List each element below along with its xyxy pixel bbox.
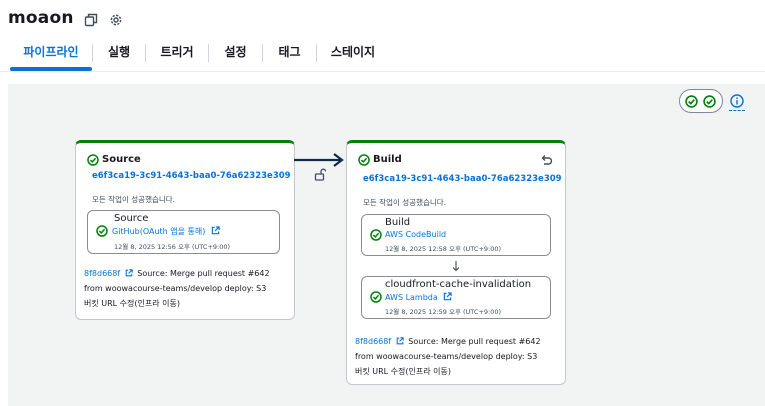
action-card-source[interactable]: Source GitHub(OAuth 앱을 통해) 12월 8, 2025 1… [87,210,280,254]
external-link-icon [211,226,220,235]
commit-message-line3: 버킷 URL 수정(인프라 이동) [355,367,451,376]
success-check-icon [87,154,99,166]
external-link-icon[interactable] [396,337,404,345]
execution-id-link[interactable]: e6f3ca19-3c91-4643-baa0-76a62323e309 [363,174,562,184]
tab-bar: 파이프라인 실행 트리거 설정 태그 스테이지 [0,36,765,72]
tab-tags[interactable]: 태그 [263,36,316,70]
tab-stages[interactable]: 스테이지 [317,36,389,70]
action-provider-link[interactable]: AWS CodeBuild [385,230,446,239]
tab-pipeline[interactable]: 파이프라인 [10,36,92,70]
success-check-icon [703,95,716,108]
stage-build: Build e6f3ca19-3c91-4643-baa0-76a62323e3… [346,140,566,385]
pipeline-title: moaon [8,8,74,28]
action-timestamp: 12월 8, 2025 12:59 오후 (UTC+9:00) [385,308,502,316]
action-provider-link[interactable]: GitHub(OAuth 앱을 통해) [112,226,220,237]
action-timestamp: 12월 8, 2025 12:58 오후 (UTC+9:00) [385,245,502,253]
gear-icon[interactable] [109,13,123,27]
success-check-icon [370,291,382,303]
external-link-icon[interactable] [125,269,133,277]
action-name: cloudfront-cache-invalidation [385,279,532,290]
provider-label: AWS Lambda [385,293,438,302]
provider-label: GitHub(OAuth 앱을 통해) [112,227,206,236]
action-timestamp: 12월 8, 2025 12:56 오후 (UTC+9:00) [114,243,231,251]
external-link-icon [444,292,453,301]
arrow-right-icon [294,153,344,167]
unlock-icon[interactable] [314,168,326,181]
commit-info: 8f8d668f Source: Merge pull request #642… [355,334,563,379]
stage-title: Build [373,154,402,165]
arrow-down-icon [452,261,460,272]
tab-executions[interactable]: 실행 [93,36,145,70]
success-check-icon [96,225,108,237]
commit-id-link[interactable]: 8f8d668f [355,337,391,346]
commit-info: 8f8d668f Source: Merge pull request #642… [84,266,292,311]
action-card-build[interactable]: Build AWS CodeBuild 12월 8, 2025 12:58 오후… [361,214,551,256]
execution-id-link[interactable]: e6f3ca19-3c91-4643-baa0-76a62323e309 [92,171,291,181]
action-card-cloudfront-invalidation[interactable]: cloudfront-cache-invalidation AWS Lambda… [361,276,551,319]
stage-status-message: 모든 작업이 성공했습니다. [92,195,176,204]
commit-message-line1: Source: Merge pull request #642 [408,337,541,346]
action-provider-link[interactable]: AWS Lambda [385,292,453,302]
commit-id-link[interactable]: 8f8d668f [84,269,120,278]
success-check-icon [685,95,698,108]
commit-message-line2: from woowacourse-teams/develop deploy: S… [84,284,267,293]
success-check-icon [358,154,370,166]
commit-message-line1: Source: Merge pull request #642 [137,269,270,278]
commit-message-line3: 버킷 URL 수정(인프라 이동) [84,299,180,308]
success-check-icon [370,229,382,241]
info-icon[interactable] [730,94,744,108]
tab-settings[interactable]: 설정 [209,36,262,70]
active-tab-indicator [10,67,92,71]
status-filter-pill[interactable] [679,89,723,113]
commit-message-line2: from woowacourse-teams/develop deploy: S… [355,352,538,361]
info-underline [729,110,745,111]
action-name: Source [114,213,149,224]
stage-source: Source e6f3ca19-3c91-4643-baa0-76a62323e… [75,140,295,320]
copy-icon[interactable] [84,13,98,27]
retry-icon[interactable] [540,154,553,166]
stage-title: Source [102,154,141,165]
stage-status-message: 모든 작업이 성공했습니다. [363,198,447,207]
tab-triggers[interactable]: 트리거 [146,36,208,70]
action-name: Build [385,217,411,228]
